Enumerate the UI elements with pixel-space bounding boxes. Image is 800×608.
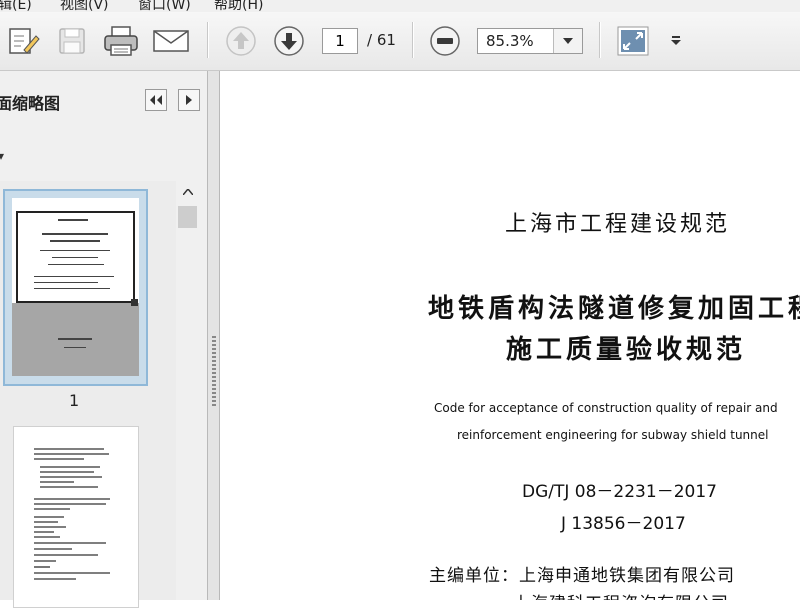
doc-chief-editor: 主编单位：上海申通地铁集团有限公司 [429,566,735,586]
current-page-value: 1 [335,32,345,50]
thumb-text-line [52,257,98,258]
zoom-select[interactable]: 85.3% [477,28,583,54]
next-page-icon[interactable] [272,25,306,57]
thumb-text-line [58,338,92,340]
thumb-text-line [50,240,100,242]
edit-icon[interactable] [6,26,40,56]
thumbnail-page-image [12,198,139,376]
thumbnail-list: 1 [0,181,176,608]
zoom-value: 85.3% [486,32,534,50]
toolbar-more-icon[interactable] [668,34,684,48]
thumb-text-line [34,288,110,289]
doc-series-title: 上海市工程建设规范 [505,212,731,237]
doc-title-line2: 施工质量验收规范 [506,335,747,365]
thumb-text-line [48,264,104,265]
thumbnail-page-image [34,448,110,580]
thumb-text-line [34,276,114,277]
menu-view[interactable]: 视图(V) [60,0,109,12]
thumbnails-panel: 面缩略图 ▾ 1 [0,71,207,608]
expand-panel-button[interactable] [178,89,200,111]
pane-splitter[interactable] [207,71,220,600]
previous-page-icon[interactable] [224,25,258,57]
thumb-text-line [34,282,98,283]
collapse-panel-button[interactable] [145,89,167,111]
thumb-text-line [40,250,110,251]
play-right-icon [186,95,192,105]
menu-bar: 辑(E) 视图(V) 窗口(W) 帮助(H) [0,0,800,12]
doc-title-line1: 地铁盾构法隧道修复加固工程 [428,294,800,324]
page-thumbnail-1[interactable] [3,189,148,386]
zoom-out-icon[interactable] [428,25,462,57]
thumbnail-shaded-area [12,303,139,376]
thumb-text-line [42,233,108,235]
menu-help[interactable]: 帮助(H) [214,0,263,12]
chevron-down-icon[interactable] [553,29,582,53]
thumbnail-label: 1 [69,391,80,410]
menu-window[interactable]: 窗口(W) [138,0,191,12]
toolbar-separator [599,22,601,58]
save-icon[interactable] [56,26,88,56]
scroll-up-icon[interactable] [176,181,199,203]
panel-title: 面缩略图 [0,94,61,113]
options-dropdown-icon[interactable]: ▾ [0,149,4,163]
doc-english-line2: reinforcement engineering for subway shi… [457,428,769,442]
splitter-grip[interactable] [212,336,216,406]
doc-standard-code: DG/TJ 08－2231－2017 [522,482,717,502]
page-thumbnail-2[interactable] [13,426,139,608]
toolbar-separator [412,22,414,58]
frame-resize-handle[interactable] [131,299,138,306]
email-icon[interactable] [151,27,191,55]
doc-record-code: J 13856－2017 [561,514,686,534]
double-chevron-left-icon [150,95,162,105]
toolbar-separator [207,22,209,58]
doc-english-line1: Code for acceptance of construction qual… [434,401,778,415]
fit-page-icon[interactable] [615,25,651,57]
print-icon[interactable] [102,24,140,58]
document-page: 上海市工程建设规范 地铁盾构法隧道修复加固工程 施工质量验收规范 Code fo… [221,71,800,600]
thumb-text-line [58,219,88,221]
current-page-input[interactable]: 1 [322,28,358,54]
page-total-label: / 61 [367,31,396,49]
scrollbar-thumb[interactable] [178,206,197,228]
menu-edit[interactable]: 辑(E) [0,0,32,12]
toolbar: 1 / 61 85.3% [0,12,800,71]
doc-co-editor: 上海建科工程咨询有限公司 [513,589,729,600]
thumb-text-line [64,347,86,348]
thumbnail-scrollbar[interactable] [176,181,199,600]
